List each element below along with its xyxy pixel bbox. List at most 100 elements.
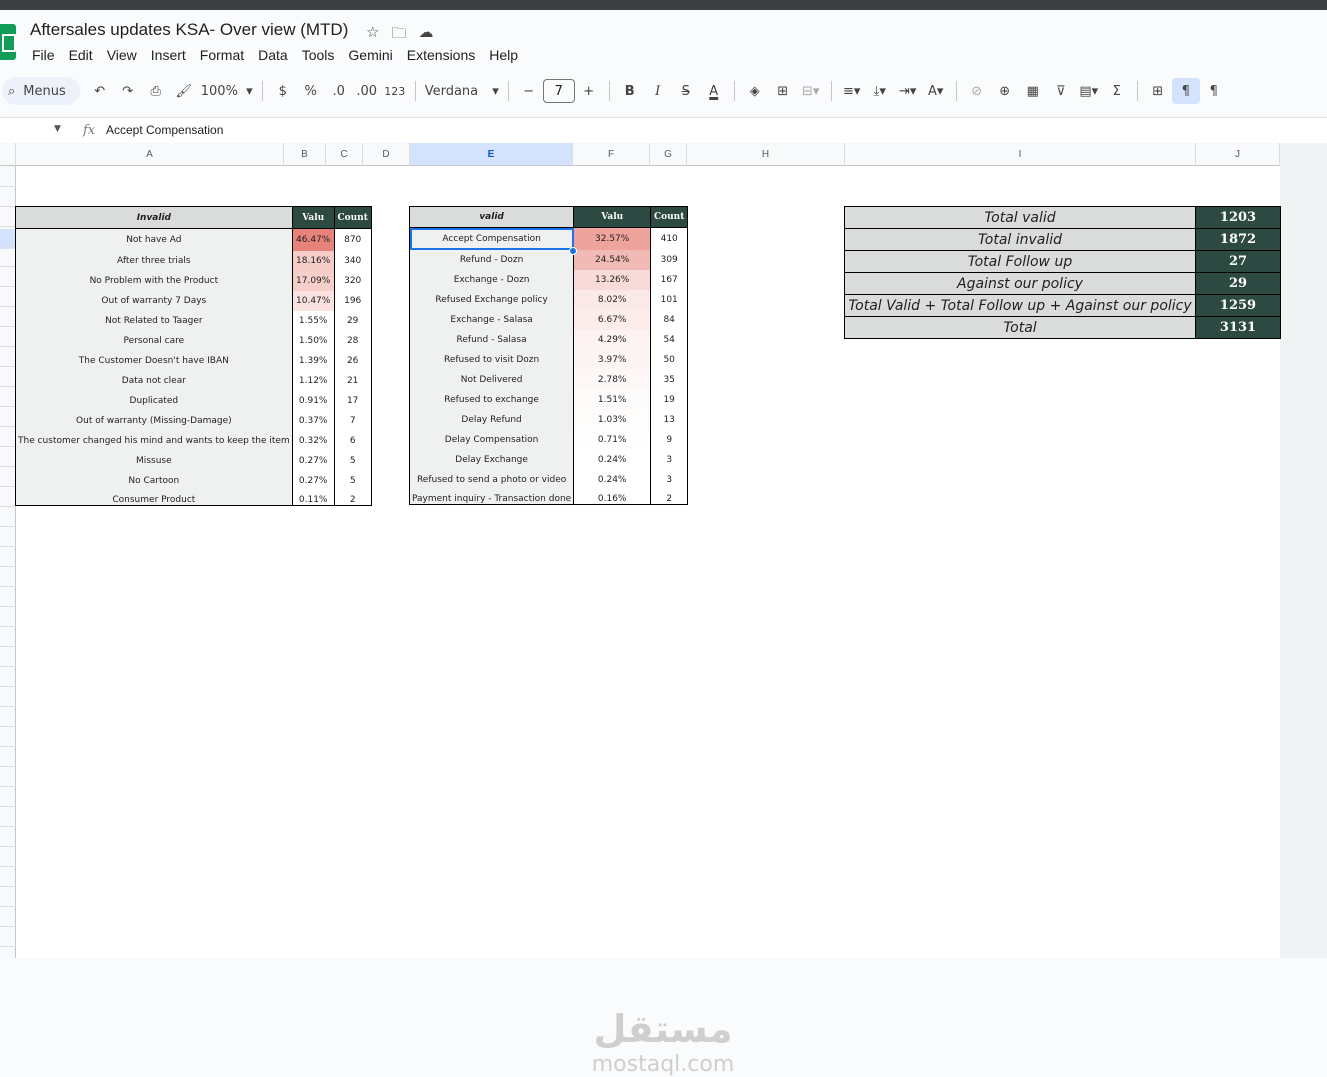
valid-category-cell[interactable]: Delay Compensation — [408, 429, 575, 450]
borders-icon[interactable]: ⊞ — [769, 78, 797, 104]
increase-decimal-button[interactable]: .00 — [353, 78, 381, 104]
invalid-count-cell[interactable]: 196 — [333, 290, 372, 311]
sheet-grid[interactable]: A B C D E F G H I J Invalid Valu Count N… — [0, 143, 1327, 1077]
invalid-percent-cell[interactable]: 0.32% — [291, 430, 335, 451]
summary-label-cell[interactable]: Total invalid — [844, 228, 1196, 251]
strikethrough-icon[interactable]: S — [672, 78, 700, 104]
column-header-f[interactable]: F — [573, 143, 650, 166]
valid-category-cell[interactable]: Not Delivered — [408, 369, 575, 390]
invalid-header-count[interactable]: Count — [333, 206, 372, 229]
invalid-category-cell[interactable]: Duplicated — [15, 390, 293, 411]
menu-format[interactable]: Format — [200, 46, 244, 64]
invalid-category-cell[interactable]: After three trials — [15, 250, 293, 271]
invalid-category-cell[interactable]: Missuse — [15, 450, 293, 471]
summary-value-cell[interactable]: 1872 — [1195, 228, 1281, 251]
valid-count-cell[interactable]: 3 — [650, 469, 689, 490]
invalid-category-cell[interactable]: No Problem with the Product — [15, 270, 293, 291]
column-header-h[interactable]: H — [687, 143, 845, 166]
column-header-a[interactable]: A — [16, 143, 284, 166]
summary-value-cell[interactable]: 1259 — [1195, 294, 1281, 317]
invalid-percent-cell[interactable]: 0.91% — [291, 390, 335, 411]
invalid-category-cell[interactable]: Not Related to Taager — [15, 310, 293, 331]
column-header-d[interactable]: D — [363, 143, 410, 166]
summary-label-cell[interactable]: Against our policy — [844, 272, 1196, 295]
valid-header-label[interactable]: valid — [408, 206, 575, 228]
invalid-count-cell[interactable]: 17 — [333, 390, 372, 411]
ltr-direction-icon[interactable]: ¶ — [1171, 78, 1200, 104]
valid-percent-cell[interactable]: 13.26% — [573, 269, 652, 290]
valid-percent-cell[interactable]: 8.02% — [573, 289, 652, 310]
filter-icon[interactable]: ⊽ — [1047, 78, 1075, 104]
valid-count-cell[interactable]: 101 — [650, 289, 689, 310]
invalid-count-cell[interactable]: 2 — [333, 490, 372, 506]
menu-view[interactable]: View — [107, 46, 137, 64]
valid-percent-cell[interactable]: 4.29% — [573, 329, 652, 350]
text-wrapping-icon[interactable]: ⇥▾ — [894, 78, 922, 104]
insert-comment-icon[interactable]: ⊕ — [991, 78, 1019, 104]
invalid-count-cell[interactable]: 7 — [333, 410, 372, 431]
valid-category-cell[interactable]: Payment inquiry - Transaction done — [408, 489, 575, 505]
valid-count-cell[interactable]: 9 — [650, 429, 689, 450]
paint-format-icon[interactable]: 🖌 — [170, 78, 198, 104]
invalid-percent-cell[interactable]: 10.47% — [291, 290, 335, 311]
more-formats-button[interactable]: 123 — [381, 78, 409, 104]
functions-icon[interactable]: Σ — [1103, 78, 1131, 104]
valid-category-cell[interactable]: Refused to visit Dozn — [408, 349, 575, 370]
column-header-j[interactable]: J — [1196, 143, 1280, 166]
merge-cells-icon[interactable]: ⊟▾ — [797, 78, 825, 104]
name-box-dropdown-icon[interactable]: ▼ — [54, 124, 61, 134]
invalid-category-cell[interactable]: Consumer Product — [15, 490, 293, 506]
invalid-percent-cell[interactable]: 1.50% — [291, 330, 335, 351]
menu-gemini[interactable]: Gemini — [348, 46, 392, 64]
insert-chart-icon[interactable]: ▦ — [1019, 78, 1047, 104]
menu-file[interactable]: File — [32, 46, 55, 64]
invalid-percent-cell[interactable]: 1.55% — [291, 310, 335, 331]
invalid-count-cell[interactable]: 340 — [333, 250, 372, 271]
move-folder-icon[interactable]: 🗀 — [391, 23, 406, 48]
invalid-count-cell[interactable]: 870 — [333, 228, 372, 251]
summary-value-cell[interactable]: 1203 — [1195, 206, 1281, 229]
invalid-category-cell[interactable]: Out of warranty (Missing-Damage) — [15, 410, 293, 431]
sheets-logo-icon[interactable] — [0, 24, 16, 60]
valid-category-cell[interactable]: Refund - Salasa — [408, 329, 575, 350]
valid-header-count[interactable]: Count — [650, 206, 689, 228]
valid-count-cell[interactable]: 3 — [650, 449, 689, 470]
freeze-icon[interactable]: ⊞ — [1144, 78, 1172, 104]
invalid-percent-cell[interactable]: 18.16% — [291, 250, 335, 271]
menu-tools[interactable]: Tools — [302, 46, 335, 64]
invalid-category-cell[interactable]: Not have Ad — [15, 228, 293, 251]
valid-category-cell[interactable]: Refused Exchange policy — [408, 289, 575, 310]
vertical-align-icon[interactable]: ⤓▾ — [866, 78, 894, 104]
select-all-corner[interactable] — [0, 143, 16, 166]
increase-font-size-button[interactable]: + — [575, 78, 603, 104]
invalid-percent-cell[interactable]: 0.37% — [291, 410, 335, 431]
zoom-select[interactable]: 100% ▾ — [198, 78, 256, 104]
menu-edit[interactable]: Edit — [69, 46, 93, 64]
cloud-saved-icon[interactable]: ☁ — [418, 23, 433, 48]
undo-icon[interactable]: ↶ — [86, 78, 114, 104]
filter-views-icon[interactable]: ▤▾ — [1075, 78, 1103, 104]
valid-category-cell[interactable]: Refused to exchange — [408, 389, 575, 410]
column-header-b[interactable]: B — [284, 143, 326, 166]
summary-label-cell[interactable]: Total valid — [844, 206, 1196, 229]
row-headers[interactable] — [0, 166, 16, 958]
bold-icon[interactable]: B — [616, 78, 644, 104]
valid-percent-cell[interactable]: 0.24% — [573, 469, 652, 490]
text-rotation-icon[interactable]: A▾ — [922, 78, 950, 104]
invalid-header-value[interactable]: Valu — [291, 206, 335, 229]
invalid-category-cell[interactable]: Out of warranty 7 Days — [15, 290, 293, 311]
valid-percent-cell[interactable]: 24.54% — [573, 249, 652, 270]
horizontal-align-icon[interactable]: ≡▾ — [838, 78, 866, 104]
invalid-percent-cell[interactable]: 0.11% — [291, 490, 335, 506]
menu-extensions[interactable]: Extensions — [407, 46, 475, 64]
invalid-count-cell[interactable]: 5 — [333, 470, 372, 491]
valid-category-cell[interactable]: Exchange - Salasa — [408, 309, 575, 330]
valid-percent-cell[interactable]: 0.71% — [573, 429, 652, 450]
menu-insert[interactable]: Insert — [151, 46, 186, 64]
invalid-count-cell[interactable]: 26 — [333, 350, 372, 371]
fill-color-icon[interactable]: ◈ — [741, 78, 769, 104]
valid-count-cell[interactable]: 54 — [650, 329, 689, 350]
valid-count-cell[interactable]: 2 — [650, 489, 689, 505]
valid-percent-cell[interactable]: 1.03% — [573, 409, 652, 430]
redo-icon[interactable]: ↷ — [114, 78, 142, 104]
